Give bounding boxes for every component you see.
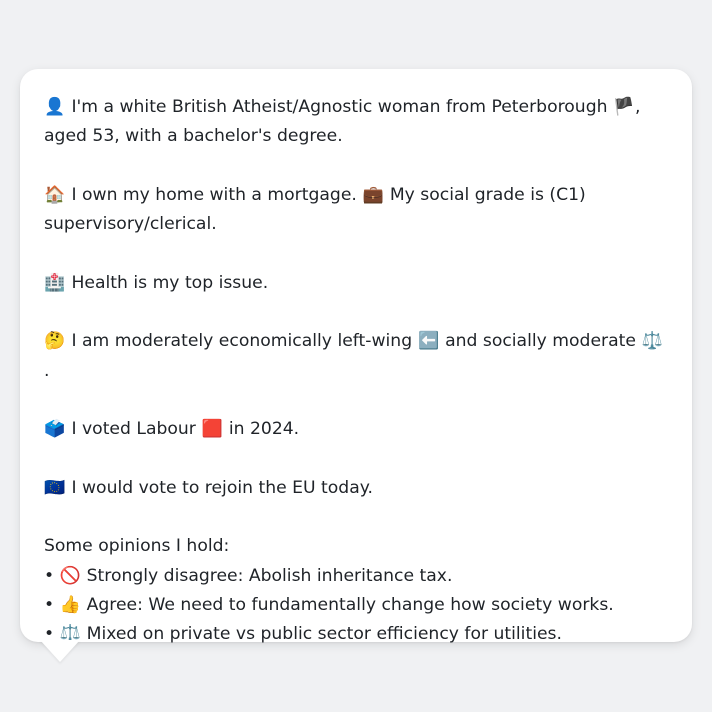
opinions-list: • 🚫 Strongly disagree: Abolish inheritanc… <box>44 562 668 650</box>
left-arrow-icon: ⬅️ <box>418 331 440 352</box>
opinion-item: • 🚫 Strongly disagree: Abolish inheritanc… <box>44 562 668 591</box>
briefcase-icon: 💼 <box>362 184 384 205</box>
top-issue-text: Health is my top issue. <box>71 272 269 293</box>
housing-line: 🏠 I own my home with a mortgage. 💼 My so… <box>44 181 668 240</box>
eu-flag-icon: 🇪🇺 <box>44 477 66 498</box>
thinking-face-icon: 🤔 <box>44 331 66 352</box>
prohibited-icon: 🚫 <box>59 565 81 586</box>
hospital-icon: 🏥 <box>44 272 66 293</box>
vote-text: I voted Labour <box>71 419 196 440</box>
vote-year-text: in 2024. <box>228 419 300 440</box>
thumbs-up-icon: 👍 <box>59 595 81 616</box>
ballot-box-icon: 🗳️ <box>44 419 66 440</box>
opinion-text: Strongly disagree: Abolish inheritance t… <box>86 565 453 586</box>
demographics-line: 👤 I'm a white British Atheist/Agnostic w… <box>44 93 668 152</box>
top-issue-line: 🏥 Health is my top issue. <box>44 269 668 298</box>
person-icon: 👤 <box>44 97 66 117</box>
ideology-text-social: and socially moderate <box>445 331 636 352</box>
house-icon: 🏠 <box>44 184 66 205</box>
ideology-line: 🤔 I am moderately economically left-wing… <box>44 327 668 386</box>
scales-icon: ⚖️ <box>641 331 663 352</box>
england-flag-icon: 🏴 <box>613 97 635 117</box>
opinion-text: Mixed on private vs public sector effici… <box>86 624 562 645</box>
opinion-text: Agree: We need to fundamentally change h… <box>86 595 614 616</box>
housing-text: I own my home with a mortgage. <box>71 184 357 205</box>
opinions-heading: Some opinions I hold: <box>44 536 230 557</box>
eu-line: 🇪🇺 I would vote to rejoin the EU today. <box>44 474 668 503</box>
opinion-item: • 👍 Agree: We need to fundamentally chang… <box>44 591 668 620</box>
demographics-text: I'm a white British Atheist/Agnostic wom… <box>71 97 608 117</box>
bullet: • <box>44 595 55 616</box>
opinion-item: • ⚖️ Mixed on private vs public sector ef… <box>44 620 668 649</box>
persona-message-bubble: 👤 I'm a white British Atheist/Agnostic w… <box>20 69 692 644</box>
ideology-text: I am moderately economically left-wing <box>71 331 413 352</box>
bullet: • <box>44 565 55 586</box>
red-square-icon: 🟥 <box>201 419 223 440</box>
ideology-text-end: . <box>44 360 50 381</box>
bubble-tail <box>40 640 80 662</box>
vote-line: 🗳️ I voted Labour 🟥 in 2024. <box>44 415 668 444</box>
eu-text: I would vote to rejoin the EU today. <box>71 477 373 498</box>
